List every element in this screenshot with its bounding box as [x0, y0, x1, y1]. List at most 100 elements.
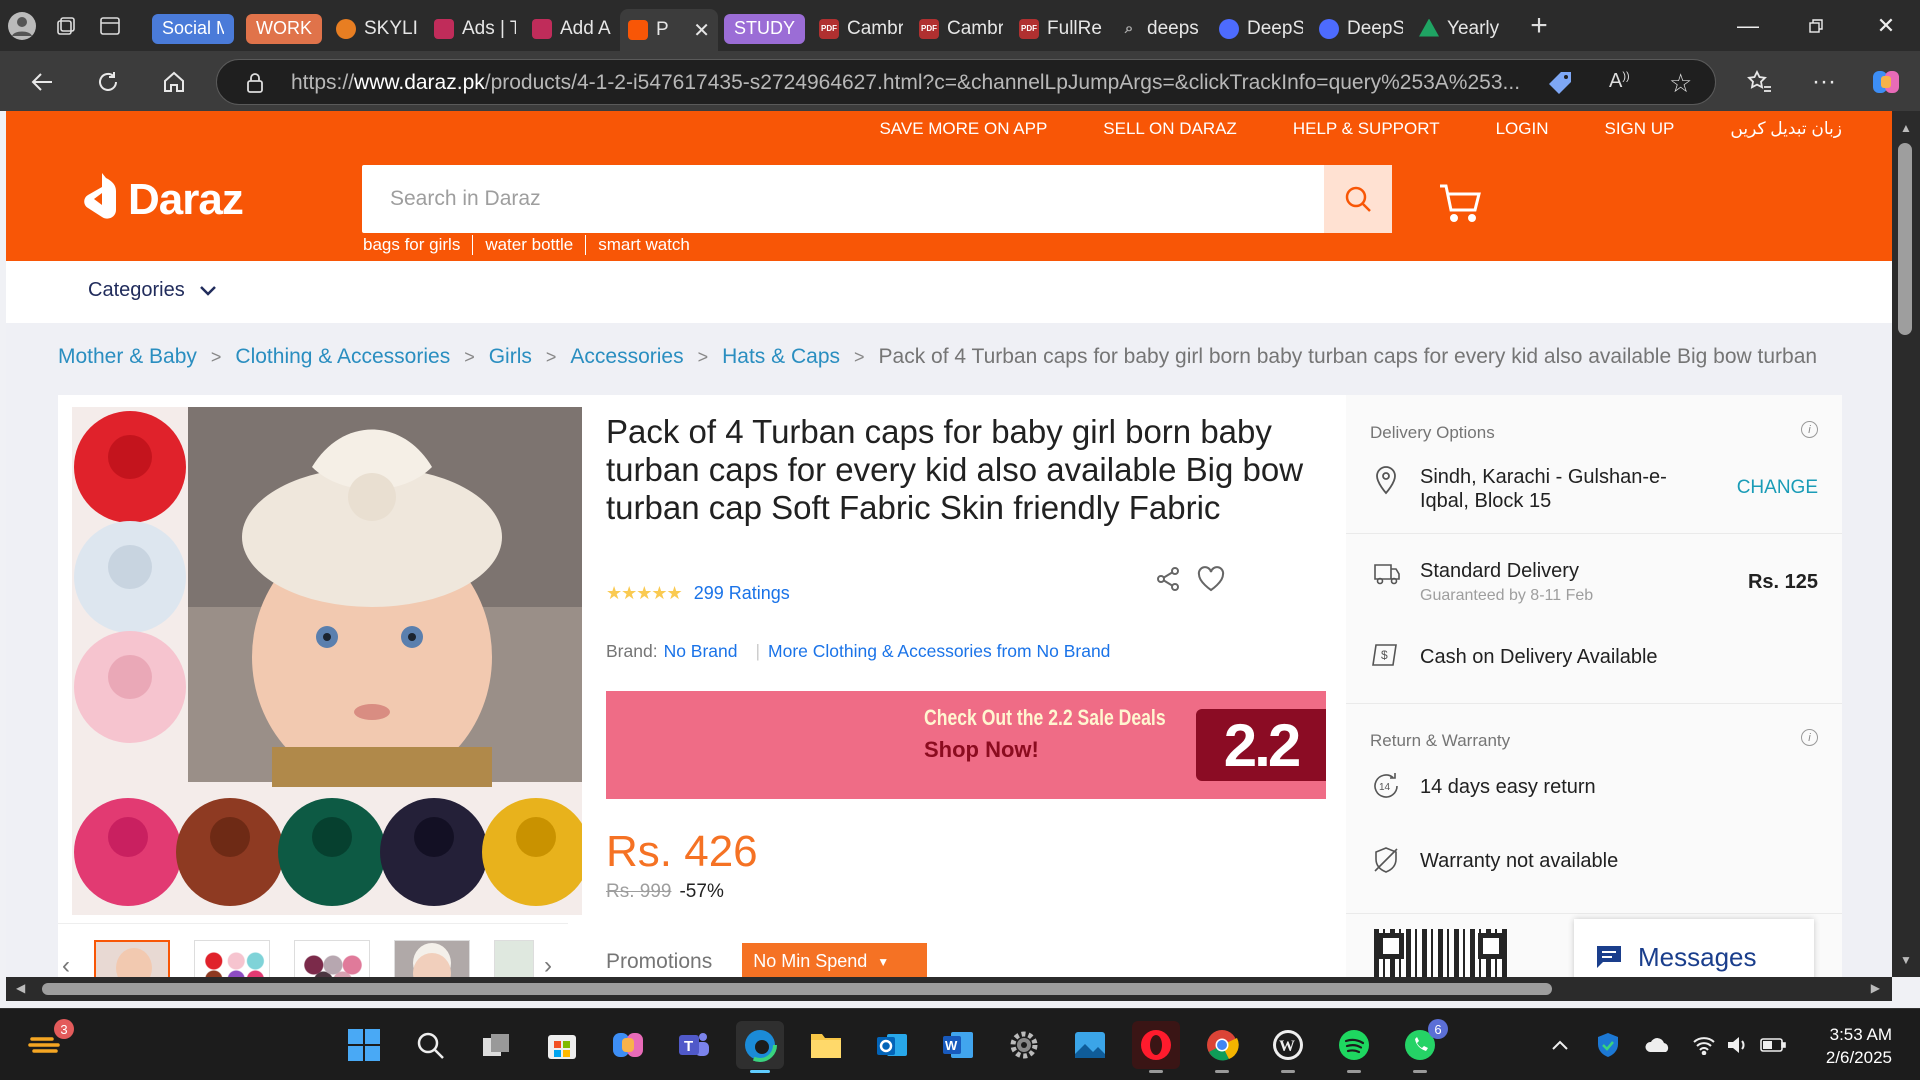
help-support-link[interactable]: HELP & SUPPORT [1293, 119, 1440, 139]
edge-icon[interactable] [736, 1021, 784, 1073]
promo-tag[interactable]: No Min Spend ▼ [742, 943, 928, 977]
chevron-up-icon[interactable] [1542, 1021, 1578, 1069]
url-field[interactable]: https://www.daraz.pk/products/4-1-2-i547… [216, 59, 1716, 105]
tab-deepseek-2[interactable]: DeepS [1311, 11, 1411, 47]
scroll-right-icon[interactable]: ▶ [1871, 981, 1880, 995]
search-input[interactable] [362, 165, 1322, 233]
spotify-icon[interactable] [1330, 1021, 1378, 1073]
vertical-scrollbar[interactable]: ▲ ▼ [1892, 111, 1920, 977]
scroll-down-icon[interactable]: ▼ [1900, 953, 1912, 967]
photos-icon[interactable] [1066, 1021, 1114, 1069]
brand-link[interactable]: No Brand [664, 641, 738, 662]
new-tab-icon[interactable]: + [1517, 0, 1561, 51]
horizontal-scrollbar[interactable]: ◀ ▶ [6, 977, 1892, 1001]
thumbnail-5[interactable] [494, 940, 534, 977]
tab-group-social[interactable]: Social M [152, 13, 234, 44]
settings-gear-icon[interactable] [1000, 1021, 1048, 1069]
tab-cambridge-2[interactable]: PDF Cambr [911, 11, 1011, 47]
copilot-taskbar-icon[interactable] [604, 1021, 652, 1069]
wishlist-heart-icon[interactable] [1196, 565, 1226, 593]
workspaces-icon[interactable] [44, 0, 88, 51]
breadcrumb-hats-caps[interactable]: Hats & Caps [722, 345, 840, 369]
tab-fullre[interactable]: PDF FullRe [1011, 11, 1111, 47]
tab-group-study[interactable]: STUDY [724, 13, 806, 44]
thumbnail-4[interactable] [394, 940, 470, 977]
back-icon[interactable] [22, 63, 62, 101]
tab-deeps-search[interactable]: ⌕ deeps [1111, 11, 1211, 47]
store-icon[interactable] [538, 1021, 586, 1069]
file-explorer-icon[interactable] [802, 1021, 850, 1069]
tab-daraz-product[interactable]: P ✕ [620, 9, 718, 51]
info-icon[interactable]: i [1801, 421, 1818, 438]
messages-button[interactable]: Messages [1574, 919, 1814, 977]
login-link[interactable]: LOGIN [1496, 119, 1549, 139]
product-main-image[interactable] [72, 407, 582, 915]
horizontal-scroll-thumb[interactable] [42, 983, 1552, 995]
thumbs-prev-icon[interactable]: ‹ [62, 952, 70, 977]
more-from-brand-link[interactable]: More Clothing & Accessories from No Bran… [768, 641, 1110, 662]
start-icon[interactable] [340, 1021, 388, 1069]
word-icon[interactable]: W [934, 1021, 982, 1069]
categories-dropdown[interactable]: Categories [88, 279, 217, 302]
sale-banner[interactable]: Check Out the 2.2 Sale Deals Shop Now! 2… [606, 691, 1326, 799]
chrome-icon[interactable] [1198, 1021, 1246, 1073]
whatsapp-icon[interactable]: 6 [1396, 1019, 1448, 1073]
suggestion-water-bottle[interactable]: water bottle [472, 235, 585, 255]
share-icon[interactable] [1154, 565, 1182, 593]
refresh-icon[interactable] [88, 63, 128, 101]
thumbnail-2[interactable] [194, 940, 270, 977]
read-aloud-icon[interactable]: A)) [1609, 70, 1630, 93]
system-clock[interactable]: 3:53 AM 2/6/2025 [1826, 1023, 1892, 1069]
scroll-left-icon[interactable]: ◀ [16, 981, 25, 995]
change-location-button[interactable]: CHANGE [1737, 477, 1818, 499]
suggestion-smart-watch[interactable]: smart watch [585, 235, 702, 255]
tab-add[interactable]: Add A [524, 11, 620, 47]
task-view-icon[interactable] [472, 1021, 520, 1069]
search-button[interactable] [1324, 165, 1392, 233]
vertical-scroll-thumb[interactable] [1898, 143, 1912, 335]
tab-group-work[interactable]: WORK [246, 13, 322, 44]
tab-yearly[interactable]: Yearly [1411, 11, 1511, 47]
lock-icon[interactable] [245, 72, 265, 99]
tab-ads[interactable]: Ads | T [426, 11, 524, 47]
wifi-icon[interactable] [1688, 1021, 1720, 1069]
tab-actions-icon[interactable] [88, 0, 132, 51]
tab-skylin[interactable]: SKYLIN [328, 11, 426, 47]
tab-deepseek-1[interactable]: DeepS [1211, 11, 1311, 47]
scroll-up-icon[interactable]: ▲ [1900, 121, 1912, 135]
home-icon[interactable] [154, 63, 194, 101]
suggestion-bags[interactable]: bags for girls [363, 235, 472, 255]
favorite-star-icon[interactable]: ☆ [1669, 68, 1692, 99]
search-taskbar-icon[interactable] [406, 1021, 454, 1069]
thumbnail-1[interactable] [94, 940, 170, 977]
cart-icon[interactable] [1438, 183, 1482, 228]
opera-icon[interactable] [1132, 1021, 1180, 1073]
favorites-icon[interactable] [1740, 63, 1780, 101]
breadcrumb-clothing[interactable]: Clothing & Accessories [235, 345, 450, 369]
volume-icon[interactable] [1722, 1021, 1754, 1069]
security-shield-icon[interactable] [1590, 1021, 1626, 1069]
thumbs-next-icon[interactable]: › [544, 952, 552, 977]
copilot-icon[interactable] [1866, 63, 1906, 101]
coupon-tag-icon[interactable] [1547, 70, 1575, 101]
outlook-icon[interactable] [868, 1021, 916, 1069]
restore-icon[interactable] [1782, 0, 1850, 51]
save-more-on-app-link[interactable]: SAVE MORE ON APP [879, 119, 1047, 139]
language-switch-link[interactable]: زبان تبدیل کریں [1730, 119, 1842, 139]
onedrive-cloud-icon[interactable] [1640, 1021, 1676, 1069]
battery-icon[interactable] [1756, 1021, 1790, 1069]
breadcrumb-girls[interactable]: Girls [489, 345, 532, 369]
teams-icon[interactable]: T [670, 1021, 718, 1069]
close-tab-icon[interactable]: ✕ [693, 18, 710, 43]
info-icon[interactable]: i [1801, 729, 1818, 746]
profile-icon[interactable] [0, 0, 44, 51]
ratings-link[interactable]: 299 Ratings [694, 583, 790, 604]
signup-link[interactable]: SIGN UP [1605, 119, 1675, 139]
thumbnail-3[interactable] [294, 940, 370, 977]
minimize-icon[interactable]: — [1714, 0, 1782, 51]
wordpress-icon[interactable]: W [1264, 1021, 1312, 1073]
daraz-logo[interactable]: Daraz [82, 171, 244, 229]
tab-cambridge-1[interactable]: PDF Cambr [811, 11, 911, 47]
breadcrumb-mother-baby[interactable]: Mother & Baby [58, 345, 197, 369]
breadcrumb-accessories[interactable]: Accessories [570, 345, 683, 369]
